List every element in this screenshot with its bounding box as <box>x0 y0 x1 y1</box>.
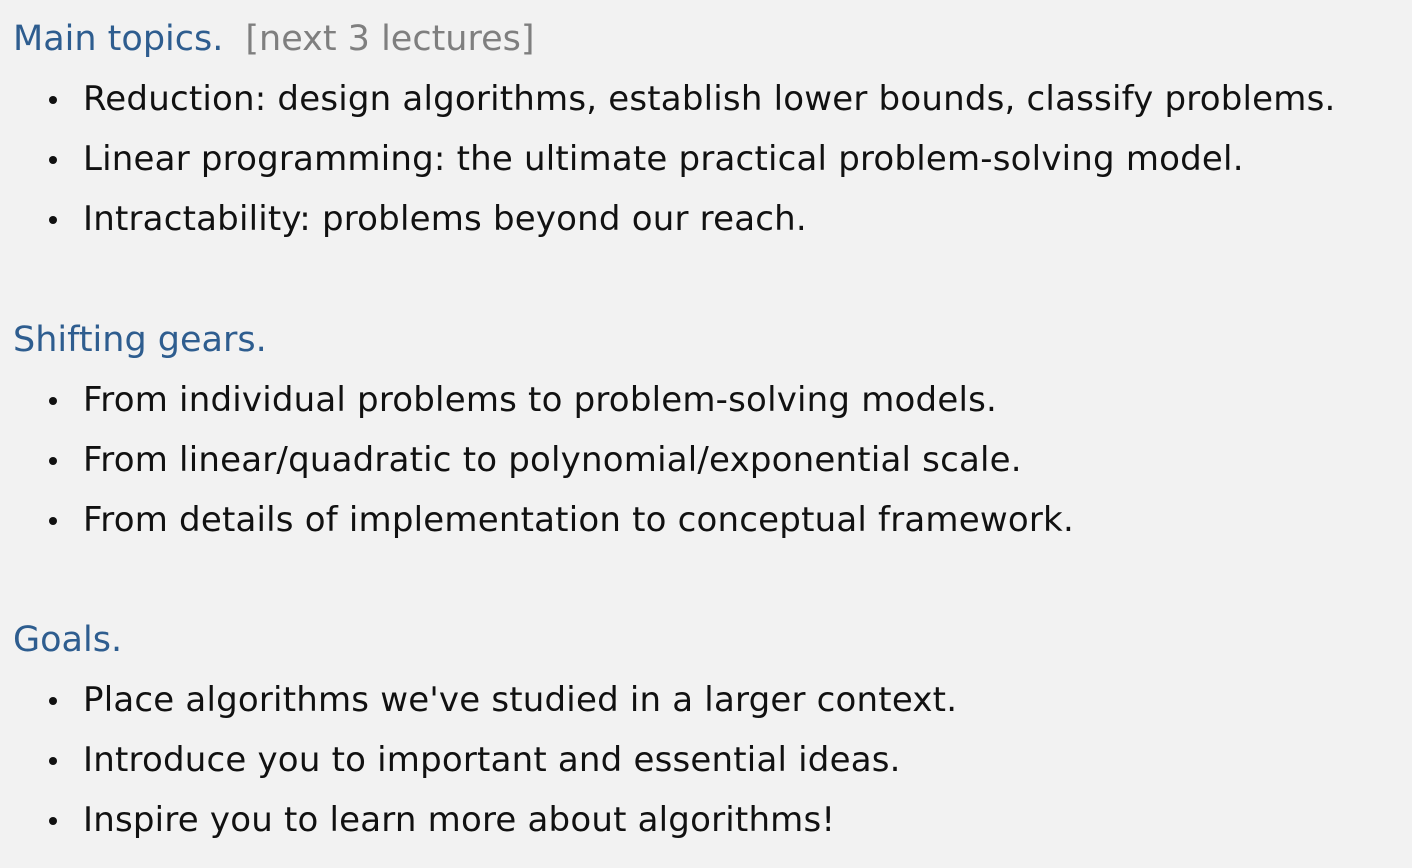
list-item-text: Place algorithms we've studied in a larg… <box>83 680 958 720</box>
bullet-icon <box>49 517 57 525</box>
section-heading: Goals. <box>13 601 957 660</box>
heading-text: Shifting gears. <box>13 320 267 360</box>
heading-note: [next 3 lectures] <box>245 19 535 59</box>
bullet-icon <box>49 697 57 705</box>
bullet-icon <box>49 757 57 765</box>
heading-text: Goals. <box>13 620 123 660</box>
list-item-text: Intractability: problems beyond our reac… <box>83 199 807 239</box>
bullet-icon <box>49 397 57 405</box>
list-item: From linear/quadratic to polynomial/expo… <box>13 430 1074 490</box>
list-item: Introduce you to important and essential… <box>13 730 957 790</box>
bullet-icon <box>49 216 57 224</box>
section-shifting-gears: Shifting gears. From individual problems… <box>13 301 1074 550</box>
bullet-icon <box>49 457 57 465</box>
bullet-icon <box>49 96 57 104</box>
bullet-icon <box>49 817 57 825</box>
list-item-text: From individual problems to problem-solv… <box>83 380 998 420</box>
list-item: Place algorithms we've studied in a larg… <box>13 670 957 730</box>
list-item-text: From details of implementation to concep… <box>83 500 1074 540</box>
list-item: Inspire you to learn more about algorith… <box>13 790 957 850</box>
section-heading: Main topics. [next 3 lectures] <box>13 0 1336 59</box>
list-item-text: Inspire you to learn more about algorith… <box>83 800 836 840</box>
bullet-list: Reduction: design algorithms, establish … <box>13 69 1336 249</box>
bullet-icon <box>49 156 57 164</box>
section-goals: Goals. Place algorithms we've studied in… <box>13 601 957 850</box>
list-item: Reduction: design algorithms, establish … <box>13 69 1336 129</box>
list-item-text: Introduce you to important and essential… <box>83 740 901 780</box>
list-item-text: Reduction: design algorithms, establish … <box>83 79 1336 119</box>
list-item: Intractability: problems beyond our reac… <box>13 189 1336 249</box>
list-item: Linear programming: the ultimate practic… <box>13 129 1336 189</box>
heading-text: Main topics. <box>13 19 224 59</box>
bullet-list: Place algorithms we've studied in a larg… <box>13 670 957 850</box>
section-main-topics: Main topics. [next 3 lectures] Reduction:… <box>13 0 1336 249</box>
list-item: From individual problems to problem-solv… <box>13 370 1074 430</box>
list-item: From details of implementation to concep… <box>13 490 1074 550</box>
bullet-list: From individual problems to problem-solv… <box>13 370 1074 550</box>
list-item-text: From linear/quadratic to polynomial/expo… <box>83 440 1022 480</box>
section-heading: Shifting gears. <box>13 301 1074 360</box>
slide: Main topics. [next 3 lectures] Reduction:… <box>0 0 1412 868</box>
list-item-text: Linear programming: the ultimate practic… <box>83 139 1244 179</box>
